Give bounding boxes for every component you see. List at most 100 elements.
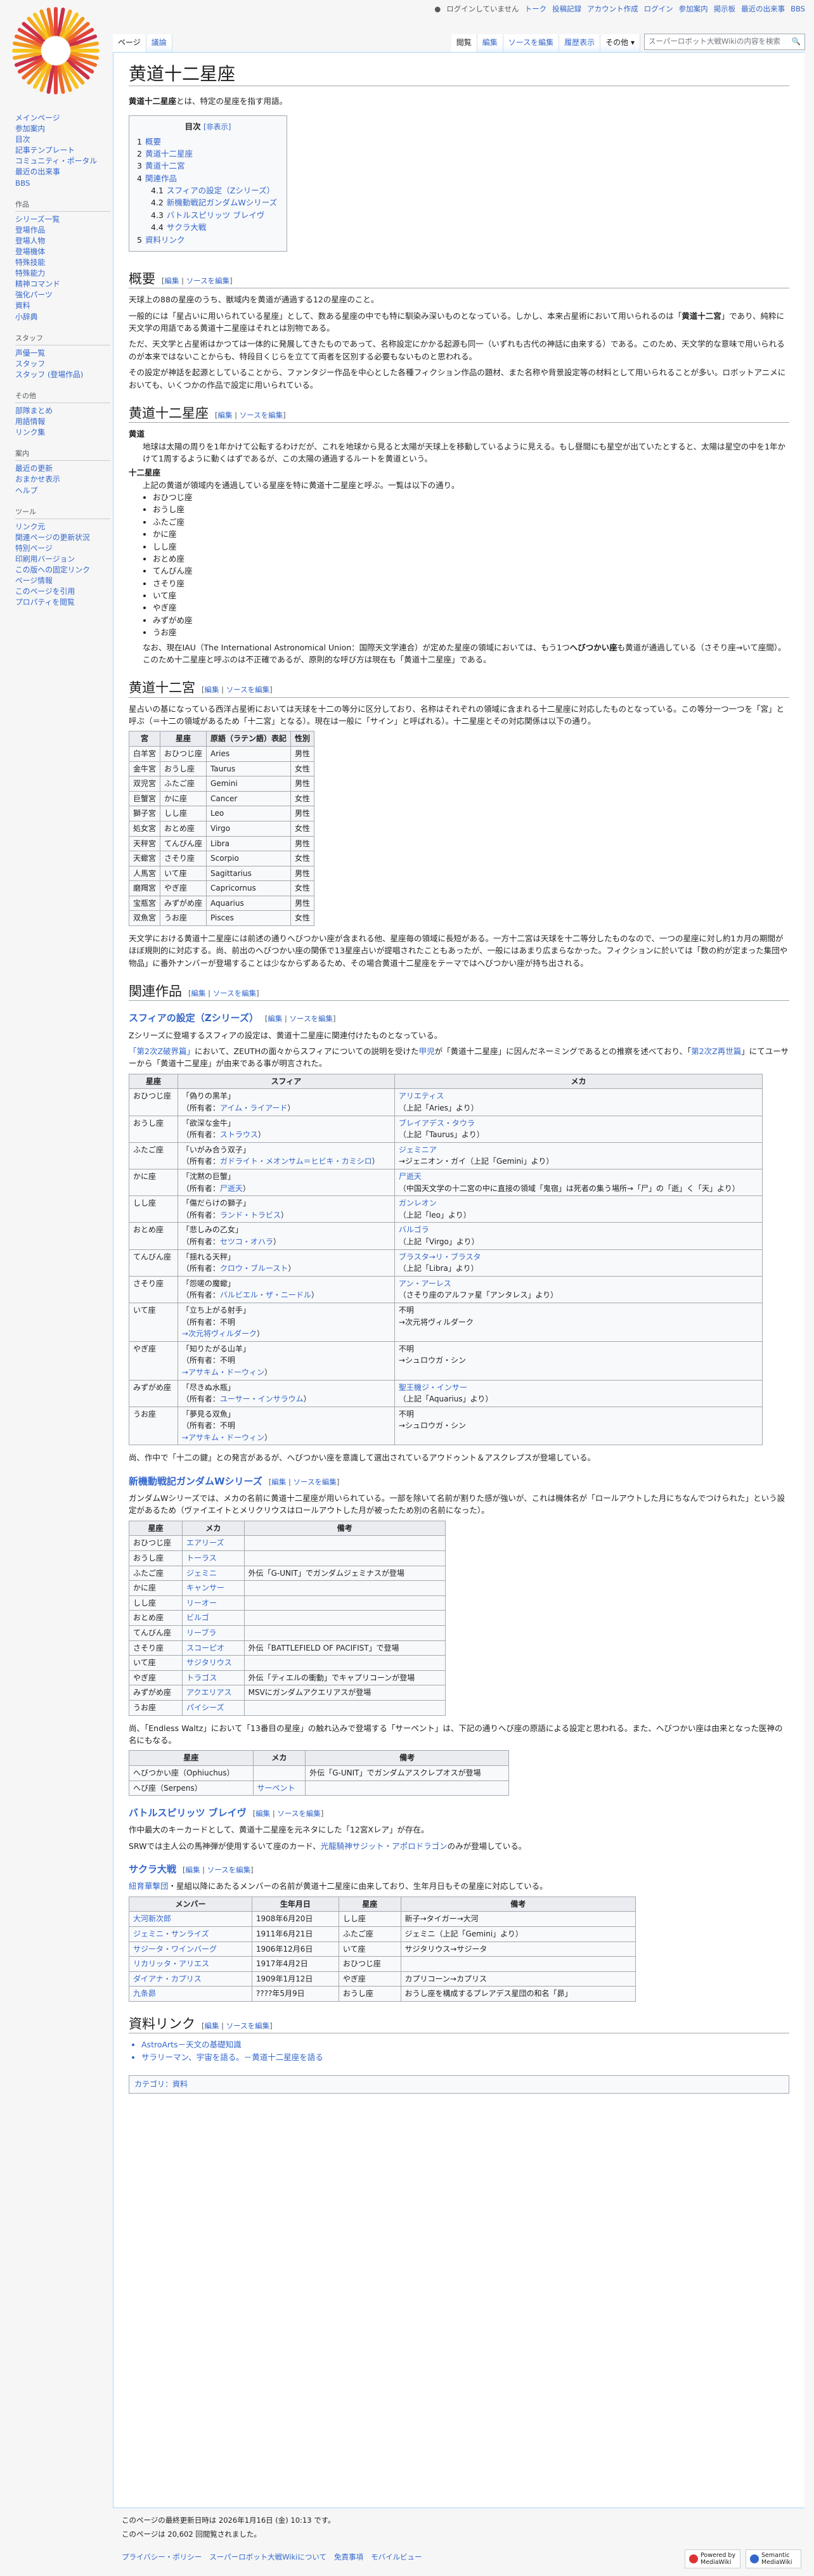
sidebar-item-guide-0[interactable]: 最近の更新 <box>15 464 53 473</box>
sidebar-item-guide-2[interactable]: ヘルプ <box>15 486 37 495</box>
table-cell[interactable]: 大河新次郎 <box>133 1914 171 1923</box>
sidebar-item-tools-6[interactable]: このページを引用 <box>15 587 75 596</box>
table-cell[interactable]: サジタリウス <box>186 1658 232 1667</box>
personal-create-account-link[interactable]: アカウント作成 <box>587 4 638 15</box>
edit-link[interactable]: 編集 <box>255 1809 270 1818</box>
sidebar-item-nav-6[interactable]: BBS <box>15 179 30 188</box>
toc-link[interactable]: スフィアの設定（Zシリーズ） <box>167 186 275 195</box>
personal-board-link[interactable]: 掲示板 <box>714 4 736 15</box>
sidebar-item-staff-0[interactable]: 声優一覧 <box>15 349 45 357</box>
table-cell[interactable]: キャンサー <box>186 1583 224 1592</box>
edit-link[interactable]: 編集 <box>205 2021 219 2030</box>
sidebar-item-nav-4[interactable]: コミュニティ・ポータル <box>15 157 97 165</box>
table-cell[interactable]: サジータ・ワインバーグ <box>133 1945 217 1954</box>
sidebar-item-tools-1[interactable]: 関連ページの更新状況 <box>15 533 90 542</box>
edit-link[interactable]: 編集 <box>186 1865 200 1874</box>
table-link[interactable]: ジェミニア <box>399 1145 437 1154</box>
edit-link[interactable]: 編集 <box>191 989 206 998</box>
table-cell[interactable]: パイシーズ <box>186 1703 224 1712</box>
link[interactable]: 光龍騎神サジット・アポロドラゴン <box>321 1841 448 1851</box>
table-link[interactable]: バルビエル・ザ・ニードル <box>220 1291 311 1299</box>
edit-link[interactable]: ソースを編集 <box>290 1014 333 1023</box>
sidebar-item-tools-7[interactable]: プロパティを閲覧 <box>15 598 75 607</box>
toc-item[interactable]: 5 資料リンク <box>137 234 279 246</box>
sidebar-item-nav-5[interactable]: 最近の出来事 <box>15 167 60 176</box>
toc-link[interactable]: 概要 <box>145 137 161 146</box>
edit-link[interactable]: 編集 <box>271 1478 286 1486</box>
sidebar-item-nav-3[interactable]: 記事テンプレート <box>15 146 75 155</box>
table-link[interactable]: →次元将ヴィルダーク <box>182 1329 257 1338</box>
table-link[interactable]: 尸逝天 <box>399 1172 422 1181</box>
table-cell[interactable]: エアリーズ <box>186 1538 224 1547</box>
personal-guide-link[interactable]: 参加案内 <box>679 4 708 15</box>
table-cell[interactable]: リーブラ <box>186 1628 216 1637</box>
personal-contributions-link[interactable]: 投稿記録 <box>552 4 581 15</box>
link[interactable]: 「第2次Z破界篇」 <box>129 1046 195 1056</box>
table-link[interactable]: アン・アーレス <box>399 1279 451 1288</box>
edit-link[interactable]: ソースを編集 <box>186 276 229 285</box>
toc-link[interactable]: 関連作品 <box>145 174 177 183</box>
reference-link[interactable]: サラリーマン、宇宙を語る。－黄道十二星座を語る <box>141 2052 323 2062</box>
sidebar-item-other-0[interactable]: 部隊まとめ <box>15 406 53 415</box>
link[interactable]: 甲児 <box>419 1046 435 1056</box>
toc-link[interactable]: 資料リンク <box>145 235 185 245</box>
edit-link[interactable]: 編集 <box>165 276 179 285</box>
sidebar-item-tools-3[interactable]: 印刷用バージョン <box>15 555 75 564</box>
table-cell[interactable]: 九条昴 <box>133 1989 156 1998</box>
link[interactable]: 第2次Z再世篇 <box>691 1046 741 1056</box>
sidebar-item-staff-1[interactable]: スタッフ <box>15 359 45 368</box>
personal-talk-link[interactable]: トーク <box>525 4 547 15</box>
toc-item[interactable]: 4.2 新機動戦記ガンダムWシリーズ <box>137 196 279 209</box>
table-link[interactable]: ガンレオン <box>399 1199 437 1208</box>
toc-item[interactable]: 1 概要 <box>137 136 279 148</box>
edit-link[interactable]: ソースを編集 <box>226 685 269 694</box>
toc-item[interactable]: 4.3 バトルスピリッツ ブレイヴ <box>137 209 279 221</box>
tab-page[interactable]: ページ <box>113 34 146 52</box>
toc-link[interactable]: バトルスピリッツ ブレイヴ <box>167 210 264 220</box>
sidebar-item-works-6[interactable]: 精神コマンド <box>15 280 60 288</box>
tab-edit-source[interactable]: ソースを編集 <box>503 34 560 52</box>
sidebar-item-nav-2[interactable]: 目次 <box>15 135 30 144</box>
category-link[interactable]: カテゴリ：資料 <box>134 2080 188 2089</box>
toc-item[interactable]: 4.4 サクラ大戦 <box>137 221 279 233</box>
edit-link[interactable]: ソースを編集 <box>293 1478 336 1486</box>
table-cell[interactable]: サーペント <box>257 1784 295 1793</box>
table-link[interactable]: ブラスタ→リ・ブラスタ <box>399 1253 481 1261</box>
sidebar-item-tools-4[interactable]: この版への固定リンク <box>15 565 90 574</box>
sidebar-item-other-2[interactable]: リンク集 <box>15 428 45 437</box>
sidebar-item-works-2[interactable]: 登場人物 <box>15 236 45 245</box>
edit-link[interactable]: ソースを編集 <box>226 2021 269 2030</box>
sidebar-item-works-8[interactable]: 資料 <box>15 301 30 310</box>
sidebar-item-nav-0[interactable]: メインページ <box>15 113 60 122</box>
toc-hide-toggle[interactable]: [非表示] <box>204 122 231 131</box>
sidebar-item-works-5[interactable]: 特殊能力 <box>15 269 45 278</box>
edit-link[interactable]: ソースを編集 <box>277 1809 320 1818</box>
table-link[interactable]: →アサキム・ドーウィン <box>182 1433 264 1442</box>
table-cell[interactable]: ビルゴ <box>186 1613 209 1622</box>
toc-item[interactable]: 4 関連作品 <box>137 172 279 184</box>
search-icon[interactable]: 🔍 <box>792 36 801 48</box>
table-link[interactable]: →アサキム・ドーウィン <box>182 1368 264 1377</box>
reference-link[interactable]: AstroArts－天文の基礎知識 <box>141 2040 242 2049</box>
sidebar-item-nav-1[interactable]: 参加案内 <box>15 124 45 133</box>
tab-more[interactable]: その他 ▾ <box>600 34 640 52</box>
table-cell[interactable]: スコーピオ <box>186 1644 224 1652</box>
toc-link[interactable]: サクラ大戦 <box>167 222 207 232</box>
table-link[interactable]: セツコ・オハラ <box>220 1237 273 1246</box>
sidebar-item-tools-0[interactable]: リンク元 <box>15 522 45 531</box>
table-link[interactable]: 尸逝天 <box>220 1184 243 1193</box>
table-link[interactable]: ガドライト・メオンサム＝ヒビキ・カミシロ <box>220 1157 372 1166</box>
search-input[interactable]: スーパーロボット大戦Wikiの内容を検索 🔍 <box>644 34 805 50</box>
sidebar-item-works-1[interactable]: 登場作品 <box>15 226 45 235</box>
table-cell[interactable]: ジェミニ <box>186 1569 217 1578</box>
edit-link[interactable]: ソースを編集 <box>213 989 256 998</box>
edit-link[interactable]: ソースを編集 <box>207 1865 250 1874</box>
personal-bbs-link[interactable]: BBS <box>791 4 805 15</box>
edit-link[interactable]: 編集 <box>205 685 219 694</box>
table-link[interactable]: バルゴラ <box>399 1225 429 1234</box>
table-cell[interactable]: トラゴス <box>186 1673 217 1682</box>
toc-item[interactable]: 3 黄道十二宮 <box>137 160 279 172</box>
sidebar-item-staff-2[interactable]: スタッフ (登場作品) <box>15 370 83 379</box>
sidebar-item-other-1[interactable]: 用語情報 <box>15 417 45 426</box>
tab-talk[interactable]: 議論 <box>146 34 172 52</box>
